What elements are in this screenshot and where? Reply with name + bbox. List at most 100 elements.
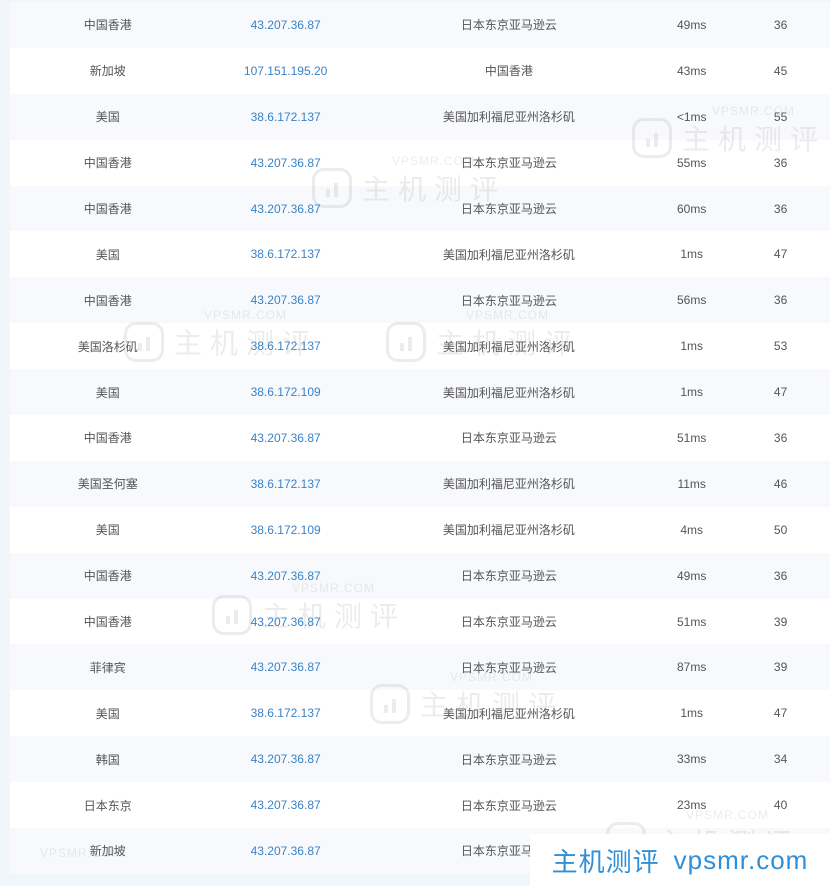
latency-cell: 51ms [677,614,707,629]
latency-cell: 1ms [680,706,703,721]
latency-cell: 51ms [677,430,707,445]
page: 中国香港 43.207.36.87 日本东京亚马逊云 49ms 36 新加坡 107.151… [0,0,830,886]
ip-link[interactable]: 43.207.36.87 [206,293,366,307]
ip-link[interactable]: 43.207.36.87 [206,156,366,170]
ip-link[interactable]: 38.6.172.109 [206,385,366,399]
table-row: 美国圣何塞 38.6.172.137 美国加利福尼亚州洛杉矶 11ms 46 [10,460,830,507]
table-row: 中国香港 43.207.36.87 日本东京亚马逊云 55ms 36 [10,139,830,186]
location-cell: 中国香港 [83,156,132,171]
location-cell: 美国 [95,523,120,538]
ip-link[interactable]: 43.207.36.87 [206,798,366,812]
ip-link[interactable]: 38.6.172.137 [206,110,366,124]
banner-cn: 主机测评 [551,847,660,878]
latency-cell: 55ms [677,155,707,170]
destination-cell: 日本东京亚马逊云 [460,752,557,767]
latency-cell: 1ms [680,385,703,400]
latency-cell: 60ms [677,201,707,216]
ip-link[interactable]: 43.207.36.87 [206,752,366,766]
ip-link[interactable]: 38.6.172.137 [206,477,366,491]
table-row: 中国香港 43.207.36.87 日本东京亚马逊云 51ms 39 [10,598,830,645]
hops-cell: 36 [773,293,788,308]
ip-link[interactable]: 43.207.36.87 [206,844,366,858]
location-cell: 韩国 [95,752,120,767]
hops-cell: 36 [773,568,788,583]
ip-link[interactable]: 43.207.36.87 [206,202,366,216]
location-cell: 美国圣何塞 [77,477,138,492]
table-row: 新加坡 107.151.195.20 中国香港 43ms 45 [10,47,830,94]
latency-cell: 49ms [677,568,707,583]
destination-cell: 美国加利福尼亚州洛杉矶 [442,247,575,262]
destination-cell: 日本东京亚马逊云 [460,156,557,171]
destination-cell: 日本东京亚马逊云 [460,431,557,446]
hops-cell: 50 [773,522,788,537]
location-cell: 中国香港 [83,202,132,216]
ip-link[interactable]: 43.207.36.87 [206,431,366,445]
results-table: 中国香港 43.207.36.87 日本东京亚马逊云 49ms 36 新加坡 107.151… [10,2,830,874]
ip-link[interactable]: 38.6.172.137 [206,247,366,261]
ip-link[interactable]: 43.207.36.87 [206,569,366,583]
ip-link[interactable]: 43.207.36.87 [206,615,366,629]
latency-cell: 11ms [677,476,706,491]
hops-cell: 47 [773,706,788,721]
table-row: 韩国 43.207.36.87 日本东京亚马逊云 33ms 34 [10,736,830,783]
location-cell: 新加坡 [89,844,126,859]
destination-cell: 美国加利福尼亚州洛杉矶 [442,706,575,721]
table-row: 美国洛杉矶 38.6.172.137 美国加利福尼亚州洛杉矶 1ms 53 [10,323,830,370]
ip-link[interactable]: 43.207.36.87 [206,18,366,32]
latency-cell: 1ms [680,339,703,354]
location-cell: 日本东京 [83,798,132,813]
location-cell: 中国香港 [83,569,132,584]
table-row: 美国 38.6.172.137 美国加利福尼亚州洛杉矶 <1ms 55 [10,93,830,140]
hops-cell: 39 [773,660,788,675]
table-row: 中国香港 43.207.36.87 日本东京亚马逊云 56ms 36 [10,277,830,324]
destination-cell: 中国香港 [484,64,533,79]
table-row: 中国香港 43.207.36.87 日本东京亚马逊云 60ms 36 [10,185,830,232]
location-cell: 美国 [95,385,120,400]
hops-cell: 46 [773,476,788,491]
latency-cell: 33ms [677,752,707,767]
table-row: 菲律宾 43.207.36.87 日本东京亚马逊云 87ms 39 [10,644,830,691]
hops-cell: 47 [773,385,788,400]
latency-cell: 43ms [677,63,707,78]
hops-cell: 39 [773,614,788,629]
table-row: 美国 38.6.172.109 美国加利福尼亚州洛杉矶 4ms 50 [10,506,830,553]
banner-en: vpsmr.com [673,844,809,875]
destination-cell: 日本东京亚马逊云 [460,798,557,813]
location-cell: 菲律宾 [89,660,126,675]
destination-cell: 日本东京亚马逊云 [460,615,557,630]
hops-cell: 34 [773,752,788,767]
location-cell: 美国洛杉矶 [77,339,138,354]
table-row: 日本东京 43.207.36.87 日本东京亚马逊云 23ms 40 [10,782,830,829]
table-row: 中国香港 43.207.36.87 日本东京亚马逊云 51ms 36 [10,415,830,461]
hops-cell: 47 [773,247,788,262]
location-cell: 中国香港 [83,615,132,630]
latency-cell: 49ms [677,17,707,32]
latency-cell: 87ms [677,660,707,675]
destination-cell: 日本东京亚马逊云 [460,660,557,675]
destination-cell: 美国加利福尼亚州洛杉矶 [442,339,575,354]
site-banner: 主机测评 vpsmr.com [530,834,830,886]
table-row: 美国 38.6.172.137 美国加利福尼亚州洛杉矶 1ms 47 [10,690,830,737]
ip-link[interactable]: 38.6.172.137 [206,706,366,720]
hops-cell: 36 [773,430,788,445]
table-row: 美国 38.6.172.137 美国加利福尼亚州洛杉矶 1ms 47 [10,231,830,278]
destination-cell: 美国加利福尼亚州洛杉矶 [442,110,575,125]
latency-cell: <1ms [676,109,707,124]
hops-cell: 45 [773,63,788,78]
destination-cell: 日本东京亚马逊云 [460,18,557,33]
destination-cell: 美国加利福尼亚州洛杉矶 [442,523,575,538]
ip-link[interactable]: 107.151.195.20 [206,64,366,78]
latency-cell: 1ms [680,247,703,262]
destination-cell: 日本东京亚马逊云 [460,569,557,584]
ip-link[interactable]: 38.6.172.109 [206,523,366,537]
table-row: 中国香港 43.207.36.87 日本东京亚马逊云 49ms 36 [10,552,830,599]
location-cell: 新加坡 [89,64,126,79]
ip-link[interactable]: 43.207.36.87 [206,660,366,674]
location-cell: 中国香港 [83,18,132,33]
ip-link[interactable]: 38.6.172.137 [206,339,366,353]
hops-cell: 36 [773,155,788,170]
latency-cell: 4ms [680,522,703,537]
destination-cell: 美国加利福尼亚州洛杉矶 [442,385,575,400]
hops-cell: 36 [773,17,788,32]
hops-cell: 53 [773,339,788,354]
